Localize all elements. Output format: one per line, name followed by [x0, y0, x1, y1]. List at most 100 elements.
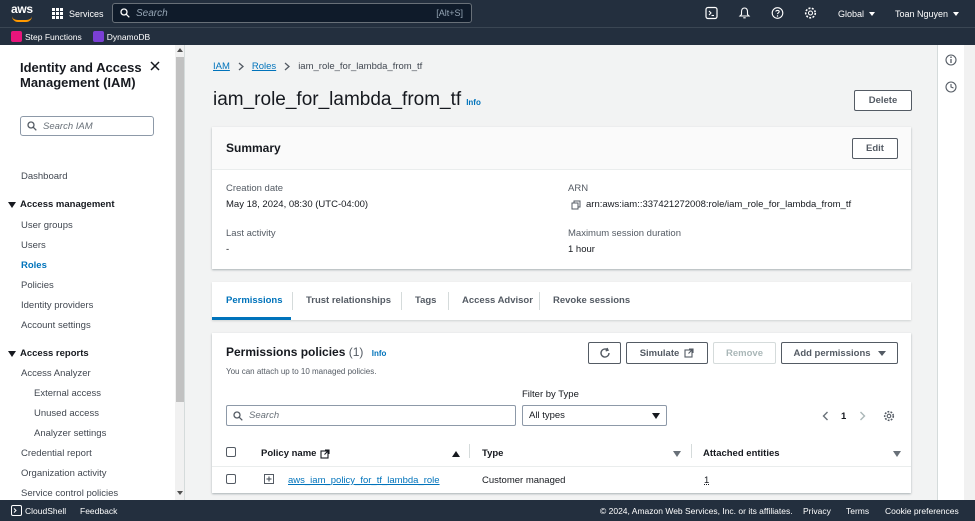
privacy-link[interactable]: Privacy — [803, 506, 831, 516]
terms-link[interactable]: Terms — [846, 506, 869, 516]
cloudshell-icon[interactable] — [705, 6, 718, 20]
copy-icon[interactable] — [571, 200, 581, 210]
scroll-up-icon[interactable] — [177, 48, 183, 52]
copyright-text: © 2024, Amazon Web Services, Inc. or its… — [600, 506, 793, 516]
sidebar-section-access-management[interactable]: Access management — [8, 199, 115, 210]
sidebar-item-unused-access[interactable]: Unused access — [34, 408, 99, 419]
sidebar-scrollbar[interactable] — [175, 45, 184, 500]
policy-name-link[interactable]: aws_iam_policy_for_tf_lambda_role — [288, 475, 440, 486]
sort-ascending-icon[interactable] — [452, 451, 460, 457]
arn-value: arn:aws:iam::337421272008:role/iam_role_… — [586, 199, 852, 210]
add-permissions-button[interactable]: Add permissions — [781, 342, 898, 364]
simulate-button[interactable]: Simulate — [626, 342, 708, 364]
sidebar-item-external-access[interactable]: External access — [34, 388, 101, 399]
sidebar-search-input[interactable]: Search IAM — [20, 116, 154, 136]
search-icon — [27, 121, 37, 131]
sidebar-item-credential-report[interactable]: Credential report — [21, 448, 92, 459]
chevron-right-icon[interactable] — [859, 411, 866, 421]
chevron-right-icon — [284, 62, 291, 71]
remove-button[interactable]: Remove — [713, 342, 776, 364]
sidebar-item-organization-activity[interactable]: Organization activity — [21, 468, 107, 479]
page-number[interactable]: 1 — [841, 411, 846, 422]
cookie-preferences-link[interactable]: Cookie preferences — [885, 506, 959, 516]
sidebar-item-service-control-policies[interactable]: Service control policies — [21, 488, 118, 499]
gear-icon[interactable] — [883, 410, 895, 422]
top-navigation: aws Services Search [Alt+S] Global Toan … — [0, 0, 975, 27]
delete-button[interactable]: Delete — [854, 90, 912, 111]
footer: CloudShell Feedback © 2024, Amazon Web S… — [0, 500, 975, 521]
favorite-dynamodb[interactable]: DynamoDB — [92, 31, 150, 42]
arn-label: ARN — [568, 183, 589, 194]
column-policy-name[interactable]: Policy name — [261, 448, 331, 459]
gear-icon[interactable] — [804, 6, 817, 20]
row-checkbox[interactable] — [226, 474, 236, 484]
close-icon[interactable] — [149, 60, 161, 72]
refresh-button[interactable] — [588, 342, 621, 364]
tab-permissions[interactable]: Permissions — [226, 295, 283, 306]
scrollbar-thumb[interactable] — [176, 57, 184, 402]
tab-trust-relationships[interactable]: Trust relationships — [306, 295, 391, 306]
sort-icon[interactable] — [893, 451, 901, 457]
column-type[interactable]: Type — [482, 448, 503, 459]
chevron-down-icon — [953, 11, 960, 16]
info-link[interactable]: Info — [372, 349, 387, 358]
policy-type: Customer managed — [482, 475, 566, 486]
sidebar-item-access-analyzer[interactable]: Access Analyzer — [21, 368, 91, 379]
cloudshell-icon[interactable] — [11, 505, 22, 516]
breadcrumb-iam[interactable]: IAM — [213, 61, 230, 72]
creation-date-label: Creation date — [226, 183, 284, 194]
select-all-checkbox[interactable] — [226, 447, 236, 457]
page-scrollbar[interactable] — [964, 45, 975, 500]
sidebar-item-user-groups[interactable]: User groups — [21, 220, 73, 231]
sidebar-item-analyzer-settings[interactable]: Analyzer settings — [34, 428, 106, 439]
favorite-step-functions[interactable]: Step Functions — [11, 31, 82, 42]
sidebar-item-roles[interactable]: Roles — [21, 260, 47, 271]
sidebar-item-policies[interactable]: Policies — [21, 280, 54, 291]
max-session-label: Maximum session duration — [568, 228, 681, 239]
services-menu-button[interactable]: Services — [52, 8, 104, 19]
sidebar-item-identity-providers[interactable]: Identity providers — [21, 300, 93, 311]
breadcrumb-roles[interactable]: Roles — [252, 61, 276, 72]
help-icon[interactable] — [771, 6, 784, 20]
sidebar-item-dashboard[interactable]: Dashboard — [21, 171, 67, 182]
caret-down-icon — [877, 350, 886, 356]
aws-logo[interactable]: aws — [11, 3, 35, 24]
scroll-down-icon[interactable] — [177, 491, 183, 495]
sidebar-item-users[interactable]: Users — [21, 240, 46, 251]
active-tab-indicator — [212, 317, 291, 320]
filter-type-select[interactable]: All types — [522, 405, 667, 426]
tab-tags[interactable]: Tags — [415, 295, 436, 306]
search-icon — [233, 410, 243, 421]
bell-icon[interactable] — [738, 6, 751, 20]
account-menu[interactable]: Toan Nguyen — [895, 0, 960, 27]
breadcrumb-current: iam_role_for_lambda_from_tf — [298, 61, 423, 72]
clock-icon[interactable] — [945, 81, 957, 93]
info-icon[interactable] — [945, 54, 957, 66]
chevron-down-icon — [869, 11, 876, 16]
grid-icon — [52, 8, 63, 19]
region-selector[interactable]: Global — [838, 0, 876, 27]
tab-revoke-sessions[interactable]: Revoke sessions — [553, 295, 630, 306]
info-link[interactable]: Info — [466, 98, 481, 107]
sidebar-section-access-reports[interactable]: Access reports — [8, 348, 89, 359]
attached-entities-count[interactable]: 1 — [704, 475, 709, 486]
chevron-right-icon — [238, 62, 244, 71]
tab-access-advisor[interactable]: Access Advisor — [462, 295, 533, 306]
sidebar-item-account-settings[interactable]: Account settings — [21, 320, 91, 331]
last-activity-value: - — [226, 244, 230, 255]
column-attached-entities[interactable]: Attached entities — [703, 448, 780, 459]
sort-icon[interactable] — [673, 451, 681, 457]
external-link-icon — [320, 448, 331, 459]
global-search-input[interactable]: Search [Alt+S] — [112, 3, 472, 23]
feedback-link[interactable]: Feedback — [80, 506, 117, 516]
edit-button[interactable]: Edit — [852, 138, 898, 159]
cloudshell-link[interactable]: CloudShell — [25, 506, 66, 516]
breadcrumb: IAM Roles iam_role_for_lambda_from_tf — [213, 61, 422, 72]
role-tabs: Permissions Trust relationships Tags Acc… — [212, 282, 911, 320]
external-link-icon — [684, 348, 694, 358]
expand-icon[interactable] — [264, 474, 274, 484]
policy-search-input[interactable]: Search — [226, 405, 516, 426]
chevron-left-icon[interactable] — [822, 411, 829, 421]
page-title: iam_role_for_lambda_from_tf Info — [213, 89, 481, 110]
aws-smile-icon — [12, 16, 32, 22]
